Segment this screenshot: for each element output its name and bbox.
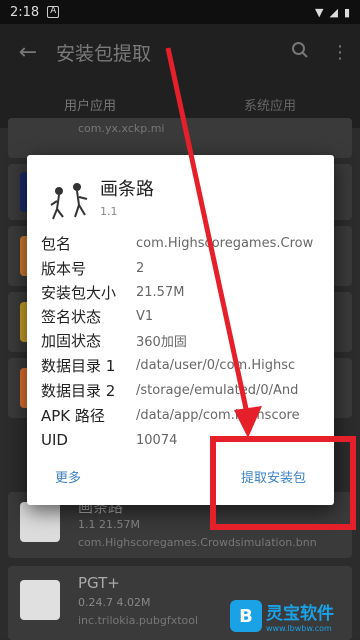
annotation-arrow-icon	[165, 47, 262, 438]
watermark-text: 灵宝软件 www.lbwbw.com	[266, 599, 334, 633]
watermark: B 灵宝软件 www.lbwbw.com	[230, 596, 356, 636]
watermark-logo-icon: B	[230, 600, 262, 632]
annotation-highlight-box	[210, 436, 356, 530]
watermark-url: www.lbwbw.com	[266, 624, 332, 633]
watermark-name: 灵宝软件	[266, 604, 334, 624]
